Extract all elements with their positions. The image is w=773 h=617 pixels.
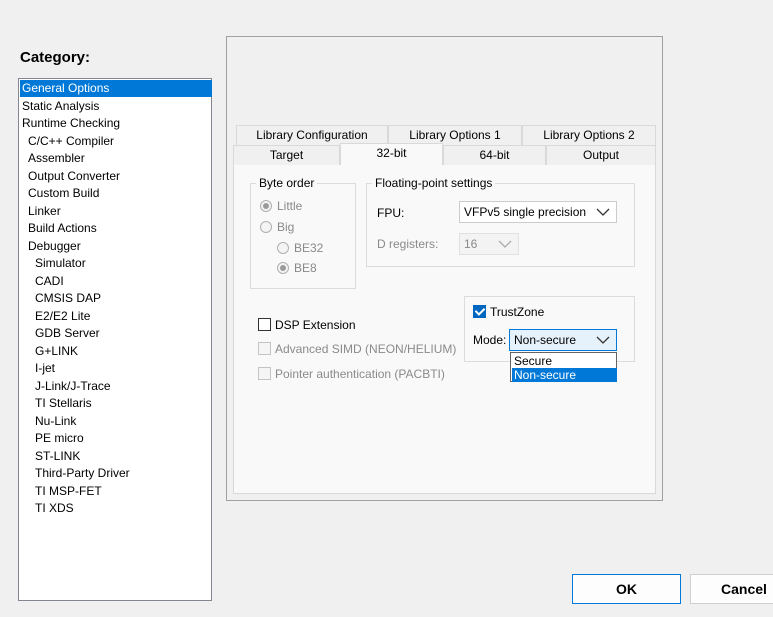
category-item[interactable]: I-jet [35,360,55,377]
dreg-label: D registers: [377,237,439,251]
category-item[interactable]: Output Converter [28,168,120,185]
pacbti-checkbox[interactable] [258,367,271,380]
byte-order-legend: Byte order [256,176,318,190]
fpu-select[interactable]: VFPv5 single precision [459,201,617,223]
dreg-select-value: 16 [464,237,478,251]
advanced-simd-checkbox[interactable] [258,342,271,355]
category-label: Category: [20,49,91,66]
tab[interactable]: Target [233,145,340,165]
category-item[interactable]: E2/E2 Lite [35,308,90,325]
mode-label: Mode: [473,333,507,347]
category-item[interactable]: GDB Server [35,325,100,342]
category-item[interactable]: CADI [35,273,64,290]
dsp-extension-label: DSP Extension [275,318,356,332]
category-item[interactable]: ST-LINK [35,448,80,465]
category-item[interactable]: CMSIS DAP [35,290,101,307]
category-item[interactable]: G+LINK [35,343,78,360]
category-item[interactable]: Linker [28,203,61,220]
category-item[interactable]: Static Analysis [22,98,99,115]
category-item[interactable]: TI XDS [35,500,74,517]
category-item[interactable]: Simulator [35,255,86,272]
chevron-down-icon [498,240,512,248]
chevron-down-icon [596,208,610,216]
radio-be32-label: BE32 [294,241,324,255]
category-item[interactable]: Third-Party Driver [35,465,130,482]
radio-big[interactable] [260,221,272,233]
advanced-simd-label: Advanced SIMD (NEON/HELIUM) [275,342,457,356]
trustzone-label: TrustZone [490,305,545,319]
tab[interactable]: Library Options 1 [388,125,522,145]
category-list[interactable]: General Options Static Analysis Runtime Ch… [18,78,212,601]
category-item[interactable]: C/C++ Compiler [28,133,114,150]
category-item[interactable]: Runtime Checking [22,115,120,132]
tab[interactable]: Library Options 2 [522,125,656,145]
category-item[interactable]: Build Actions [28,220,97,237]
radio-be32[interactable] [277,242,289,254]
category-item[interactable]: Debugger [28,238,81,255]
radio-be8[interactable] [277,262,289,274]
radio-little[interactable] [260,200,272,212]
radio-big-label: Big [277,220,295,234]
chevron-down-icon [596,336,610,344]
category-item[interactable]: PE micro [35,430,84,447]
cancel-button[interactable]: Cancel [690,574,773,604]
mode-select-value: Non-secure [514,333,577,347]
category-item[interactable]: General Options [20,80,212,97]
radio-be8-label: BE8 [294,261,317,275]
dsp-extension-checkbox[interactable] [258,318,271,331]
ok-button[interactable]: OK [572,574,681,604]
category-item[interactable]: Custom Build [28,185,99,202]
trustzone-checkbox[interactable] [473,305,486,318]
category-item[interactable]: TI Stellaris [35,395,92,412]
category-item[interactable]: J-Link/J-Trace [35,378,111,395]
fpu-label: FPU: [377,206,405,220]
dreg-select[interactable]: 16 [459,233,519,255]
tab[interactable]: Output [546,145,656,165]
fpu-select-value: VFPv5 single precision [464,205,587,219]
mode-dropdown-list[interactable]: Secure Non-secure [510,352,617,382]
tab[interactable]: 64-bit [443,145,546,165]
category-item[interactable]: Nu-Link [35,413,76,430]
category-item[interactable]: Assembler [28,150,85,167]
radio-little-label: Little [277,199,303,213]
tab[interactable]: Library Configuration [236,125,388,145]
pacbti-label: Pointer authentication (PACBTI) [275,367,445,381]
tab[interactable]: 32-bit [340,143,443,165]
mode-option[interactable]: Secure [512,354,617,368]
category-item[interactable]: TI MSP-FET [35,483,102,500]
mode-select[interactable]: Non-secure [509,329,617,351]
mode-option[interactable]: Non-secure [512,368,617,382]
fp-settings-legend: Floating-point settings [372,176,496,190]
